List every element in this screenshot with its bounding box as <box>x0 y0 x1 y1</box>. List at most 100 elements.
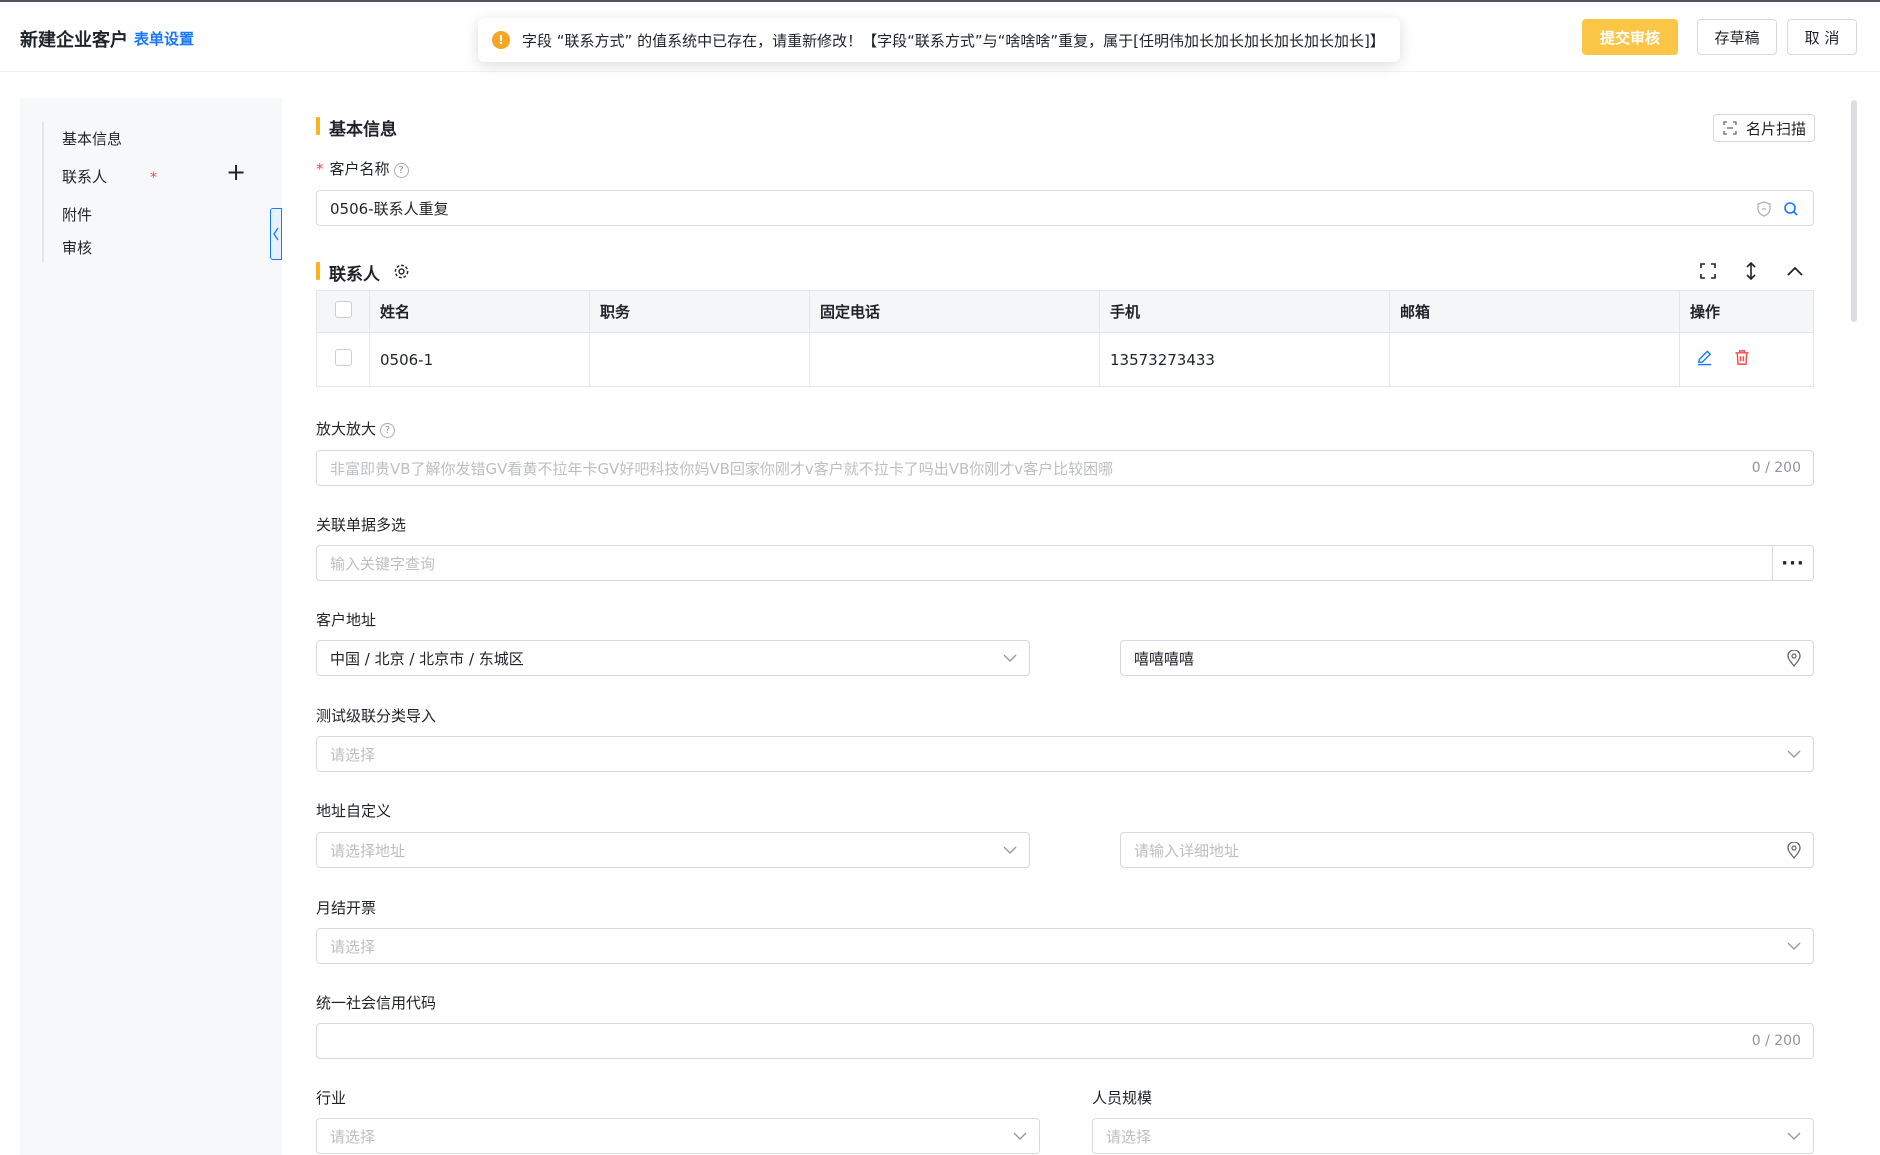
staff-size-select[interactable]: 请选择 <box>1092 1118 1814 1154</box>
staff-size-placeholder: 请选择 <box>1106 1127 1152 1146</box>
chevron-down-icon <box>1787 750 1801 758</box>
customer-name-input[interactable]: 0506-联系人重复 <box>316 190 1814 226</box>
contact-name-cell: 0506-1 <box>369 332 590 387</box>
industry-select[interactable]: 请选择 <box>316 1118 1040 1154</box>
zoom-placeholder: 非富即贵VB了解你发错GV看黄不拉年卡GV好吧科技你妈VB回家你刚才v客户就不拉… <box>330 459 1114 478</box>
gear-icon[interactable] <box>393 263 410 280</box>
column-header: 固定电话 <box>809 290 1100 333</box>
customer-address-label: 客户地址 <box>316 611 377 629</box>
address-detail-value: 嘻嘻嘻嘻 <box>1134 649 1195 668</box>
credit-code-input[interactable]: 0 / 200 <box>316 1023 1814 1059</box>
edit-icon[interactable] <box>1696 349 1713 370</box>
required-marker: * <box>316 160 324 178</box>
row-select-cell[interactable] <box>316 332 370 387</box>
contacts-table: 姓名 职务 固定电话 手机 邮箱 操作 0506-1 13573273433 <box>316 290 1814 387</box>
zoom-field-label: 放大放大? <box>316 418 396 439</box>
contact-mobile-cell: 13573273433 <box>1099 332 1390 387</box>
industry-placeholder: 请选择 <box>330 1127 376 1146</box>
location-pin-icon[interactable] <box>1787 650 1801 667</box>
char-counter: 0 / 200 <box>1751 460 1801 476</box>
column-header: 操作 <box>1679 290 1814 333</box>
zoom-textarea[interactable]: 非富即贵VB了解你发错GV看黄不拉年卡GV好吧科技你妈VB回家你刚才v客户就不拉… <box>316 450 1814 486</box>
expand-height-icon[interactable] <box>1740 260 1762 282</box>
nav-item-review[interactable]: 审核 <box>62 237 92 258</box>
chevron-down-icon <box>1003 846 1017 854</box>
custom-address-select[interactable]: 请选择地址 <box>316 832 1030 868</box>
nav-track <box>42 122 44 262</box>
table-row: 0506-1 13573273433 <box>316 332 1814 387</box>
collapse-nav-button[interactable] <box>270 208 282 260</box>
basic-info-title: 基本信息 <box>329 120 397 140</box>
more-options-button[interactable]: ··· <box>1772 545 1814 581</box>
select-all-cell[interactable] <box>316 290 370 333</box>
help-icon: ? <box>393 163 409 178</box>
customer-name-value: 0506-联系人重复 <box>330 199 449 218</box>
search-icon[interactable] <box>1783 201 1799 217</box>
select-all-checkbox[interactable] <box>334 301 352 318</box>
nav-item-attachments[interactable]: 附件 <box>62 204 92 225</box>
cascade-placeholder: 请选择 <box>330 745 376 764</box>
custom-address-detail-input[interactable]: 请输入详细地址 <box>1120 832 1814 868</box>
zoom-field-label-text: 放大放大 <box>316 420 377 438</box>
contacts-title: 联系人 <box>329 265 380 285</box>
chevron-down-icon <box>1787 1132 1801 1140</box>
vertical-scrollbar[interactable] <box>1851 100 1857 322</box>
custom-address-detail-placeholder: 请输入详细地址 <box>1134 841 1240 860</box>
contact-position-cell <box>589 332 810 387</box>
related-docs-input[interactable]: 输入关键字查询 <box>316 545 1774 581</box>
location-pin-icon[interactable] <box>1787 842 1801 859</box>
table-header-row: 姓名 职务 固定电话 手机 邮箱 操作 <box>316 290 1814 333</box>
scan-icon <box>1723 121 1737 135</box>
nav-item-basic-info[interactable]: 基本信息 <box>62 128 122 149</box>
delete-icon[interactable] <box>1734 349 1750 370</box>
required-marker: * <box>150 170 157 186</box>
customer-name-label-text: 客户名称 <box>329 160 390 178</box>
help-icon: ? <box>380 423 396 438</box>
fullscreen-icon[interactable] <box>1697 260 1719 282</box>
row-checkbox[interactable] <box>334 349 352 366</box>
char-counter: 0 / 200 <box>1751 1033 1801 1049</box>
column-header: 邮箱 <box>1389 290 1680 333</box>
cancel-button[interactable]: 取 消 <box>1787 19 1857 55</box>
chevron-down-icon <box>1013 1132 1027 1140</box>
chevron-down-icon <box>1787 942 1801 950</box>
form-settings-link[interactable]: 表单设置 <box>134 28 194 49</box>
customer-name-label: * 客户名称? <box>316 158 409 179</box>
monthly-invoice-placeholder: 请选择 <box>330 937 376 956</box>
nav-item-contacts[interactable]: 联系人 <box>62 166 107 187</box>
cascade-category-label: 测试级联分类导入 <box>316 707 437 725</box>
section-accent-bar <box>316 117 320 135</box>
submit-review-button[interactable]: 提交审核 <box>1582 19 1678 55</box>
chevron-up-icon[interactable] <box>1784 260 1806 282</box>
card-scan-button[interactable]: 名片扫描 <box>1713 114 1815 142</box>
shield-icon <box>1757 201 1771 217</box>
industry-label: 行业 <box>316 1089 347 1107</box>
custom-address-label: 地址自定义 <box>316 802 392 820</box>
region-value: 中国 / 北京 / 北京市 / 东城区 <box>330 649 524 668</box>
section-nav: 基本信息 联系人 * + 附件 审核 <box>20 98 282 1155</box>
contact-phone-cell <box>809 332 1100 387</box>
credit-code-label: 统一社会信用代码 <box>316 994 437 1012</box>
column-header: 职务 <box>589 290 810 333</box>
monthly-invoice-select[interactable]: 请选择 <box>316 928 1814 964</box>
add-contact-icon[interactable]: + <box>226 160 246 184</box>
column-header: 姓名 <box>369 290 590 333</box>
monthly-invoice-label: 月结开票 <box>316 899 377 917</box>
column-header: 手机 <box>1099 290 1390 333</box>
contact-email-cell <box>1389 332 1680 387</box>
address-detail-input[interactable]: 嘻嘻嘻嘻 <box>1120 640 1814 676</box>
chevron-down-icon <box>1003 654 1017 662</box>
cascade-category-select[interactable]: 请选择 <box>316 736 1814 772</box>
staff-size-label: 人员规模 <box>1092 1089 1153 1107</box>
row-actions-cell <box>1679 332 1814 387</box>
duplicate-warning-toast: ! 字段 “联系方式” 的值系统中已存在，请重新修改！【字段“联系方式”与“啥啥… <box>478 18 1400 62</box>
save-draft-button[interactable]: 存草稿 <box>1697 19 1777 55</box>
related-docs-placeholder: 输入关键字查询 <box>330 554 436 573</box>
card-scan-label: 名片扫描 <box>1745 119 1806 138</box>
page-title: 新建企业客户 <box>20 30 128 51</box>
custom-address-placeholder: 请选择地址 <box>330 841 406 860</box>
toast-message: 字段 “联系方式” 的值系统中已存在，请重新修改！【字段“联系方式”与“啥啥啥”… <box>522 31 1385 50</box>
section-accent-bar <box>316 262 320 280</box>
chevron-left-icon <box>273 227 279 241</box>
region-select[interactable]: 中国 / 北京 / 北京市 / 东城区 <box>316 640 1030 676</box>
